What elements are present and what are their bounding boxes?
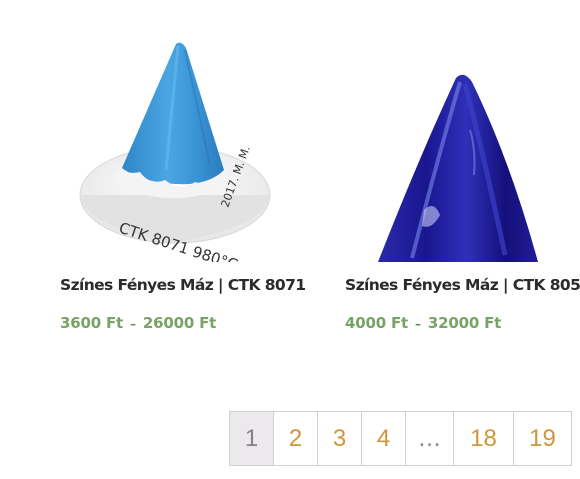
page-link-19[interactable]: 19 [514, 412, 572, 465]
page-link-4[interactable]: 4 [362, 412, 406, 465]
price-min: 3600 Ft [60, 314, 123, 332]
price-separator: – [130, 317, 136, 331]
product-price-ctk-8071: 3600 Ft – 26000 Ft [60, 314, 216, 332]
page-link-3[interactable]: 3 [318, 412, 362, 465]
price-max: 32000 Ft [427, 314, 502, 332]
page-1-current: 1 [230, 412, 274, 465]
product-title-ctk-8051[interactable]: Színes Fényes Máz | CTK 8051 [345, 276, 580, 294]
price-max: 26000 Ft [142, 314, 217, 332]
page-link-18[interactable]: 18 [454, 412, 514, 465]
product-image-ctk-8051[interactable] [300, 0, 580, 262]
page-ellipsis: … [406, 412, 454, 465]
price-separator: – [415, 317, 421, 331]
price-min: 4000 Ft [345, 314, 408, 332]
page-link-2[interactable]: 2 [274, 412, 318, 465]
pagination: 1 2 3 4 … 18 19 [229, 411, 572, 466]
product-price-ctk-8051: 4000 Ft – 32000 Ft [345, 314, 501, 332]
product-title-ctk-8071[interactable]: Színes Fényes Máz | CTK 8071 [60, 276, 306, 294]
product-image-ctk-8071[interactable]: CTK 8071 980°C 2017. M. M. [0, 0, 300, 262]
